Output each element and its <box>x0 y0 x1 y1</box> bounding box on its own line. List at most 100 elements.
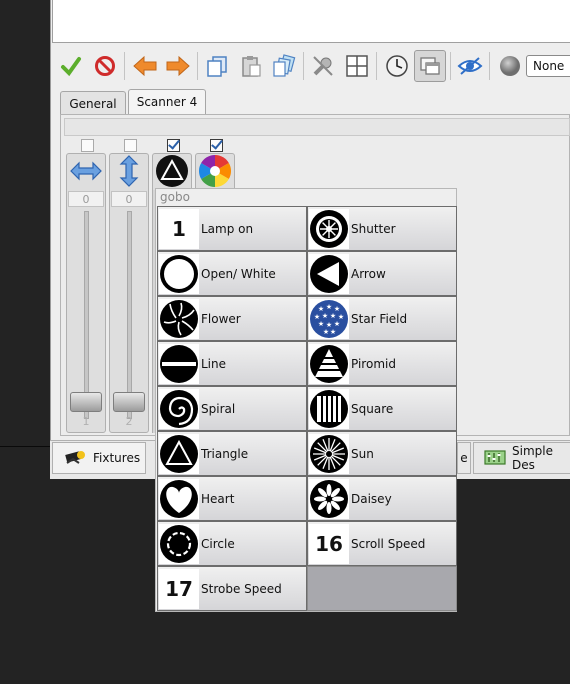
top-text-area <box>52 0 570 43</box>
shutter-icon <box>309 208 349 249</box>
gobo-item-empty <box>307 566 457 611</box>
pan-icon[interactable] <box>66 153 106 189</box>
gobo-item-lamp-on[interactable]: 1 Lamp on <box>157 206 307 251</box>
gobo-item-line[interactable]: Line <box>157 341 307 386</box>
gobo-item-label: Flower <box>201 311 241 326</box>
tab-partial[interactable]: e <box>457 442 471 474</box>
mode-combo[interactable]: None <box>526 55 570 77</box>
gobo-item-shutter[interactable]: Shutter <box>307 206 457 251</box>
svg-text:★: ★ <box>330 312 336 320</box>
back-arrow-icon[interactable] <box>129 50 161 82</box>
strobe-speed-badge: 17 <box>165 576 193 601</box>
star-field-icon: ★ ★ ★ ★ ★ ★ ★ ★ ★ ★ ★ ★ <box>309 298 349 339</box>
channel-1-slider-handle[interactable] <box>70 392 102 412</box>
gobo-item-label: Open/ White <box>201 266 276 281</box>
tilt-icon[interactable] <box>109 153 149 189</box>
daisey-icon <box>309 478 349 519</box>
svg-text:★: ★ <box>326 303 332 311</box>
channel-1-track <box>84 211 89 419</box>
grid-icon[interactable] <box>341 50 373 82</box>
cancel-icon[interactable] <box>89 50 121 82</box>
gobo-item-label: Daisey <box>351 491 392 506</box>
copy-icon[interactable] <box>201 50 233 82</box>
tab-partial-label: e <box>460 451 468 465</box>
gobo-item-spiral[interactable]: Spiral <box>157 386 307 431</box>
toolbar-separator <box>450 52 451 80</box>
toolbar-separator <box>124 52 125 80</box>
gobo-icon[interactable] <box>152 153 192 189</box>
channel-2-checkbox[interactable] <box>124 139 137 152</box>
disable-icon[interactable] <box>307 50 339 82</box>
gobo-item-star-field[interactable]: ★ ★ ★ ★ ★ ★ ★ ★ ★ ★ ★ ★ Star Field <box>307 296 457 341</box>
gobo-item-piromid[interactable]: Piromid <box>307 341 457 386</box>
gobo-item-sun[interactable]: Sun <box>307 431 457 476</box>
tab-fixtures-label: Fixtures <box>93 451 141 465</box>
tab-simple-desk-label: Simple Des <box>512 444 553 472</box>
gobo-item-label: Circle <box>201 536 235 551</box>
toolbar-separator <box>489 52 490 80</box>
gobo-item-arrow[interactable]: Arrow <box>307 251 457 296</box>
paste-icon[interactable] <box>235 50 267 82</box>
clipboard-icon[interactable] <box>268 50 300 82</box>
color-wheel-icon[interactable] <box>195 153 235 189</box>
toolbar-separator <box>197 52 198 80</box>
channel-1-checkbox[interactable] <box>81 139 94 152</box>
channel-2-value[interactable]: 0 <box>111 191 147 207</box>
gobo-item-label: Strobe Speed <box>201 581 282 596</box>
tab-simple-desk[interactable]: Simple Des <box>473 442 570 474</box>
gobo-item-label: Square <box>351 401 394 416</box>
gobo-item-label: Star Field <box>351 311 408 326</box>
heart-icon <box>159 478 199 519</box>
toolbar-separator <box>376 52 377 80</box>
gobo-item-label: Lamp on <box>201 221 254 236</box>
clock-icon[interactable] <box>381 50 413 82</box>
arrow-icon <box>309 253 349 294</box>
circle-icon[interactable] <box>494 50 526 82</box>
gobo-item-label: Arrow <box>351 266 386 281</box>
scroll-speed-number-icon: 16 <box>309 523 349 564</box>
channel-panel-header <box>64 118 570 136</box>
fixtures-icon <box>63 447 87 470</box>
triangle-icon <box>159 433 199 474</box>
channel-4-checkbox[interactable] <box>210 139 223 152</box>
gobo-item-flower[interactable]: Flower <box>157 296 307 341</box>
lamp-on-number-icon: 1 <box>159 208 199 249</box>
gobo-item-label: Line <box>201 356 227 371</box>
channel-2-slider-handle[interactable] <box>113 392 145 412</box>
channel-3-checkbox[interactable] <box>167 139 180 152</box>
forward-arrow-icon[interactable] <box>162 50 194 82</box>
gobo-item-circle[interactable]: Circle <box>157 521 307 566</box>
gobo-item-open-white[interactable]: Open/ White <box>157 251 307 296</box>
gobo-item-heart[interactable]: Heart <box>157 476 307 521</box>
tab-scanner[interactable]: Scanner 4 <box>128 89 206 114</box>
gobo-item-square[interactable]: Square <box>307 386 457 431</box>
channel-1-value[interactable]: 0 <box>68 191 104 207</box>
scroll-speed-badge: 16 <box>315 531 343 556</box>
tab-general[interactable]: General <box>60 91 126 115</box>
svg-text:★: ★ <box>323 328 329 336</box>
gobo-item-label: Shutter <box>351 221 396 236</box>
toolbar-separator <box>303 52 304 80</box>
tab-fixtures[interactable]: Fixtures <box>52 442 146 474</box>
gobo-item-daisey[interactable]: Daisey <box>307 476 457 521</box>
channel-2-number: 2 <box>125 415 133 428</box>
gobo-item-label: Sun <box>351 446 374 461</box>
gobo-item-triangle[interactable]: Triangle <box>157 431 307 476</box>
channel-2-track <box>127 211 132 419</box>
gobo-item-label: Spiral <box>201 401 236 416</box>
piromid-icon <box>309 343 349 384</box>
apply-icon[interactable] <box>55 50 87 82</box>
channel-1-number: 1 <box>82 415 90 428</box>
gobo-item-label: Triangle <box>201 446 249 461</box>
strobe-speed-number-icon: 17 <box>159 568 199 609</box>
circle-icon <box>159 523 199 564</box>
window-icon[interactable] <box>414 50 446 82</box>
svg-text:★: ★ <box>334 320 340 328</box>
gobo-item-scroll-speed[interactable]: 16 Scroll Speed <box>307 521 457 566</box>
gobo-item-label: Heart <box>201 491 235 506</box>
visibility-icon[interactable] <box>454 50 486 82</box>
flower-icon <box>159 298 199 339</box>
sun-icon <box>309 433 349 474</box>
gobo-item-strobe-speed[interactable]: 17 Strobe Speed <box>157 566 307 611</box>
simple-desk-icon <box>484 448 506 469</box>
